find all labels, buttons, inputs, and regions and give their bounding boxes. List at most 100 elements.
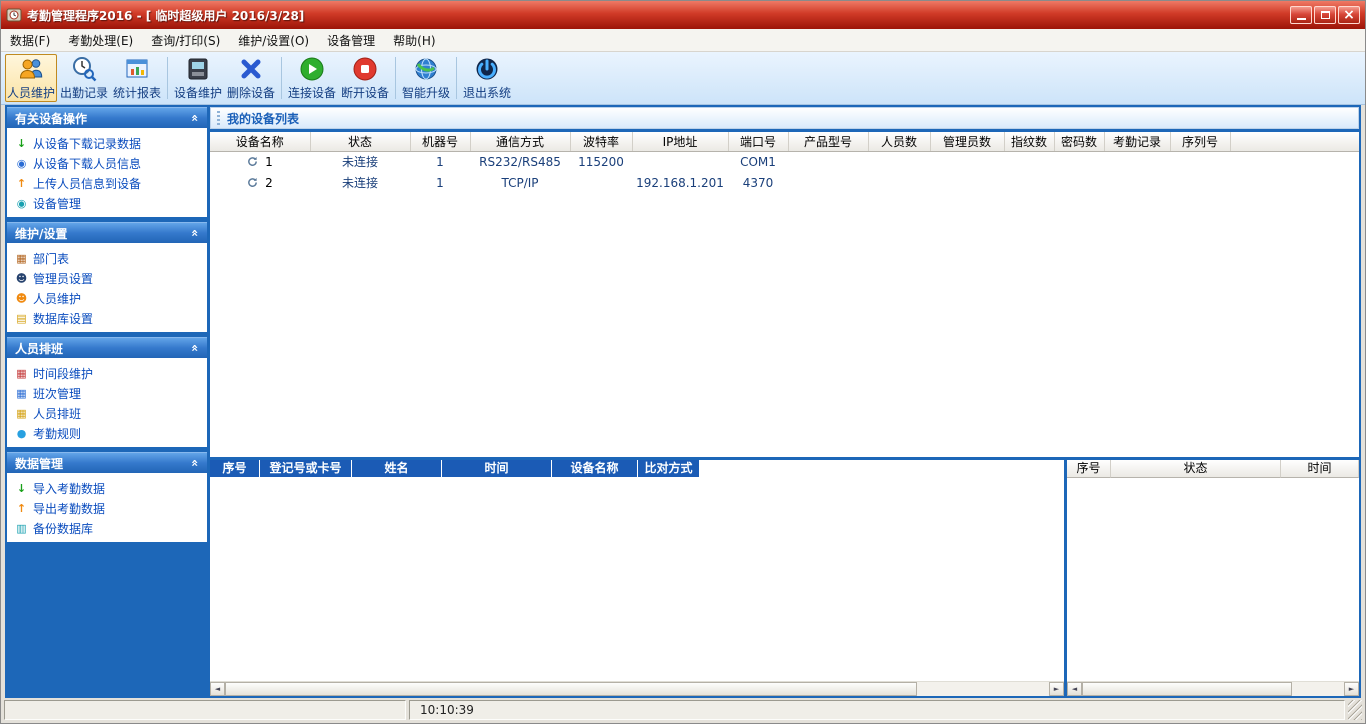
col-attendance-records[interactable]: 考勤记录 bbox=[1104, 132, 1170, 151]
disconnect-device-button[interactable]: 断开设备 bbox=[339, 54, 391, 102]
col-serial-no[interactable]: 序列号 bbox=[1170, 132, 1230, 151]
staff-schedule-icon: ▦ bbox=[15, 408, 28, 419]
toolbar-separator bbox=[456, 57, 457, 99]
scroll-thumb[interactable] bbox=[225, 682, 917, 696]
sidebar-item-database-settings[interactable]: ▤ 数据库设置 bbox=[7, 308, 207, 328]
device-list-title: 我的设备列表 bbox=[227, 110, 299, 127]
exit-system-button[interactable]: 退出系统 bbox=[461, 54, 513, 102]
sidebar-item-upload-staff[interactable]: ↑ 上传人员信息到设备 bbox=[7, 173, 207, 193]
scroll-track[interactable] bbox=[1082, 682, 1344, 696]
department-table-icon: ▦ bbox=[15, 253, 28, 264]
smart-upgrade-button[interactable]: 智能升级 bbox=[400, 54, 452, 102]
connect-device-button[interactable]: 连接设备 bbox=[286, 54, 338, 102]
resize-grip[interactable] bbox=[1348, 700, 1362, 720]
sidebar-item-backup-database[interactable]: ▥ 备份数据库 bbox=[7, 518, 207, 538]
col-time[interactable]: 时间 bbox=[1281, 460, 1359, 478]
menu-data[interactable]: 数据(F) bbox=[1, 29, 59, 51]
menu-bar: 数据(F) 考勤处理(E) 查询/打印(S) 维护/设置(O) 设备管理 帮助(… bbox=[1, 29, 1365, 52]
smart-upgrade-icon bbox=[413, 56, 439, 82]
sidebar-item-download-records[interactable]: ↓ 从设备下载记录数据 bbox=[7, 133, 207, 153]
device-list-panel-header: 我的设备列表 bbox=[210, 107, 1359, 129]
sidebar-item-shift-manage[interactable]: ▦ 班次管理 bbox=[7, 383, 207, 403]
live-records-panel: 序号 登记号或卡号 姓名 时间 设备名称 比对方式 bbox=[210, 460, 1064, 696]
sidebar-item-staff-maintain[interactable]: ☻ 人员维护 bbox=[7, 288, 207, 308]
col-status[interactable]: 状态 bbox=[310, 132, 410, 151]
panel-grip[interactable] bbox=[217, 111, 220, 125]
section-header-maintain[interactable]: 维护/设置 bbox=[7, 222, 207, 243]
menu-attendance[interactable]: 考勤处理(E) bbox=[59, 29, 142, 51]
main-area: 我的设备列表 设备名称 状态 机器号 bbox=[210, 107, 1359, 696]
col-ip-address[interactable]: IP地址 bbox=[632, 132, 728, 151]
export-data-icon: ↑ bbox=[15, 503, 28, 514]
minimize-button[interactable] bbox=[1290, 6, 1312, 24]
collapse-icon[interactable] bbox=[188, 459, 202, 467]
sidebar-item-download-staff[interactable]: ◉ 从设备下载人员信息 bbox=[7, 153, 207, 173]
sidebar-item-staff-schedule[interactable]: ▦ 人员排班 bbox=[7, 403, 207, 423]
staff-maintain-icon: ☻ bbox=[15, 293, 28, 304]
scroll-left-button[interactable] bbox=[210, 682, 225, 696]
scroll-right-button[interactable] bbox=[1344, 682, 1359, 696]
sidebar-item-import-data[interactable]: ↓ 导入考勤数据 bbox=[7, 478, 207, 498]
scroll-thumb[interactable] bbox=[1082, 682, 1292, 696]
close-button[interactable] bbox=[1338, 6, 1360, 24]
shift-manage-icon: ▦ bbox=[15, 388, 28, 399]
col-password-count[interactable]: 密码数 bbox=[1054, 132, 1104, 151]
window-title: 考勤管理程序2016 - [ 临时超级用户 2016/3/28] bbox=[27, 7, 1285, 24]
sidebar-section-data-manage: 数据管理 ↓ 导入考勤数据 ↑ 导出考勤数据 ▥ 备份数据库 bbox=[7, 452, 207, 542]
staff-maintain-button[interactable]: 人员维护 bbox=[5, 54, 57, 102]
device-status-panel: 序号 状态 时间 bbox=[1067, 460, 1359, 696]
device-row[interactable]: 2 未连接 1 TCP/IP 192.168.1.201 4370 bbox=[210, 172, 1359, 193]
attendance-records-button[interactable]: 出勤记录 bbox=[58, 54, 110, 102]
toolbar-separator bbox=[395, 57, 396, 99]
scroll-left-button[interactable] bbox=[1067, 682, 1082, 696]
menu-help[interactable]: 帮助(H) bbox=[384, 29, 444, 51]
collapse-icon[interactable] bbox=[188, 229, 202, 237]
scroll-track[interactable] bbox=[225, 682, 1049, 696]
section-header-schedule[interactable]: 人员排班 bbox=[7, 337, 207, 358]
menu-query-print[interactable]: 查询/打印(S) bbox=[142, 29, 229, 51]
device-sync-icon bbox=[247, 177, 258, 188]
col-device-name[interactable]: 设备名称 bbox=[552, 460, 638, 477]
col-staff-count[interactable]: 人员数 bbox=[868, 132, 930, 151]
sidebar-item-admin-settings[interactable]: ☻ 管理员设置 bbox=[7, 268, 207, 288]
device-maintain-button[interactable]: 设备维护 bbox=[172, 54, 224, 102]
staff-maintain-icon bbox=[18, 56, 44, 82]
col-product-model[interactable]: 产品型号 bbox=[788, 132, 868, 151]
col-index[interactable]: 序号 bbox=[210, 460, 260, 477]
col-fingerprint-count[interactable]: 指纹数 bbox=[1004, 132, 1054, 151]
sidebar-section-device-ops: 有关设备操作 ↓ 从设备下载记录数据 ◉ 从设备下载人员信息 ↑ 上传人员信息到… bbox=[7, 107, 207, 217]
col-machine-no[interactable]: 机器号 bbox=[410, 132, 470, 151]
statistics-report-button[interactable]: 统计报表 bbox=[111, 54, 163, 102]
menu-maintain-settings[interactable]: 维护/设置(O) bbox=[229, 29, 318, 51]
import-data-icon: ↓ bbox=[15, 483, 28, 494]
status-bar: 10:10:39 bbox=[4, 700, 1362, 720]
device-status-body bbox=[1067, 478, 1359, 681]
delete-device-button[interactable]: 删除设备 bbox=[225, 54, 277, 102]
menu-device-manage[interactable]: 设备管理 bbox=[318, 29, 384, 51]
col-port[interactable]: 端口号 bbox=[728, 132, 788, 151]
col-status[interactable]: 状态 bbox=[1111, 460, 1281, 478]
col-baud-rate[interactable]: 波特率 bbox=[570, 132, 632, 151]
col-admin-count[interactable]: 管理员数 bbox=[930, 132, 1004, 151]
sidebar-item-attendance-rules[interactable]: ● 考勤规则 bbox=[7, 423, 207, 443]
sidebar-section-maintain: 维护/设置 ▦ 部门表 ☻ 管理员设置 ☻ 人员维护 bbox=[7, 222, 207, 332]
sidebar-item-export-data[interactable]: ↑ 导出考勤数据 bbox=[7, 498, 207, 518]
section-header-device-ops[interactable]: 有关设备操作 bbox=[7, 107, 207, 128]
sidebar-item-device-manage[interactable]: ◉ 设备管理 bbox=[7, 193, 207, 213]
col-index[interactable]: 序号 bbox=[1067, 460, 1111, 478]
device-row[interactable]: 1 未连接 1 RS232/RS485 115200 COM1 bbox=[210, 151, 1359, 172]
col-comm-mode[interactable]: 通信方式 bbox=[470, 132, 570, 151]
scroll-right-button[interactable] bbox=[1049, 682, 1064, 696]
col-time[interactable]: 时间 bbox=[442, 460, 552, 477]
collapse-icon[interactable] bbox=[188, 344, 202, 352]
section-header-data-manage[interactable]: 数据管理 bbox=[7, 452, 207, 473]
col-device-name[interactable]: 设备名称 bbox=[210, 132, 310, 151]
col-verify-mode[interactable]: 比对方式 bbox=[638, 460, 700, 477]
admin-settings-icon: ☻ bbox=[15, 273, 28, 284]
sidebar-item-time-period[interactable]: ▦ 时间段维护 bbox=[7, 363, 207, 383]
maximize-button[interactable] bbox=[1314, 6, 1336, 24]
col-name[interactable]: 姓名 bbox=[352, 460, 442, 477]
sidebar-item-department-table[interactable]: ▦ 部门表 bbox=[7, 248, 207, 268]
col-enroll-or-card-no[interactable]: 登记号或卡号 bbox=[260, 460, 352, 477]
collapse-icon[interactable] bbox=[188, 114, 202, 122]
